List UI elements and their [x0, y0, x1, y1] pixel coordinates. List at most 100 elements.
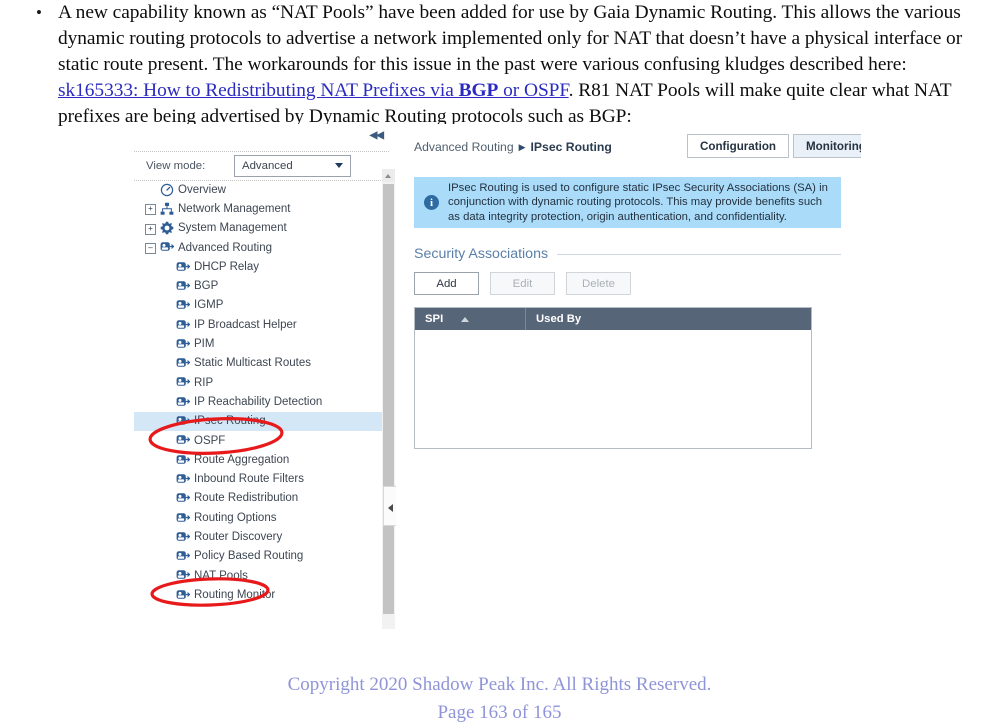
tree-item-ip-broadcast-helper[interactable]: IP Broadcast Helper [134, 315, 382, 334]
add-button[interactable]: Add [414, 272, 479, 295]
collapse-node-icon[interactable]: – [145, 243, 156, 254]
tree-item-dhcp-relay[interactable]: DHCP Relay [134, 257, 382, 276]
tree-item-label: NAT Pools [194, 570, 248, 582]
tree-item-pim[interactable]: PIM [134, 334, 382, 353]
breadcrumb-separator-icon: ▶ [519, 142, 526, 152]
tree-item-routing-options[interactable]: Routing Options [134, 508, 382, 527]
network-icon [160, 202, 174, 216]
breadcrumb: Advanced Routing ▶ IPsec Routing [414, 140, 612, 154]
tree-item-label: RIP [194, 377, 213, 389]
tree-item-label: IP Broadcast Helper [194, 319, 297, 331]
column-header-spi[interactable]: SPI [415, 308, 526, 330]
tree-item-label: IPsec Routing [194, 415, 266, 427]
view-mode-row: View mode: Advanced [134, 151, 389, 181]
tree-item-label: PIM [194, 338, 214, 350]
collapse-sidebar-icon[interactable]: ◀◀ [370, 131, 383, 141]
tree-item-inbound-route-filters[interactable]: Inbound Route Filters [134, 469, 382, 488]
tree-item-label: Network Management [178, 203, 291, 215]
tree-item-nat-pools[interactable]: NAT Pools [134, 566, 382, 585]
tree-item-route-redistribution[interactable]: Route Redistribution [134, 489, 382, 508]
router-icon [176, 260, 190, 274]
router-icon [160, 240, 174, 254]
paragraph-text-before-link: A new capability known as “NAT Pools” ha… [58, 2, 962, 75]
grid-toolbar: Add Edit Delete [414, 272, 642, 295]
delete-button: Delete [566, 272, 631, 295]
footer-page-number: Page 163 of 165 [0, 699, 999, 727]
gaia-webui-screenshot: ◀◀ View mode: Advanced Overview + Network … [134, 124, 861, 629]
router-icon [176, 491, 190, 505]
router-icon [176, 511, 190, 525]
router-icon [176, 375, 190, 389]
tree-item-label: System Management [178, 222, 287, 234]
sidebar-splitter[interactable] [383, 124, 396, 629]
tab-monitoring[interactable]: Monitoring [793, 134, 861, 158]
router-icon [176, 356, 190, 370]
tree-item-route-aggregation[interactable]: Route Aggregation [134, 450, 382, 469]
router-icon [176, 395, 190, 409]
section-title: Security Associations [414, 246, 548, 262]
router-icon [176, 588, 190, 602]
router-icon [176, 472, 190, 486]
tree-item-igmp[interactable]: IGMP [134, 296, 382, 315]
tab-bar: Configuration Monitoring [687, 134, 861, 158]
router-icon [176, 337, 190, 351]
page-footer: Copyright 2020 Shadow Peak Inc. All Righ… [0, 671, 999, 727]
tree-item-ospf[interactable]: OSPF [134, 431, 382, 450]
tree-item-label: IGMP [194, 299, 223, 311]
router-icon [176, 318, 190, 332]
table-body-empty [415, 330, 811, 447]
tree-item-label: Route Redistribution [194, 492, 298, 504]
tree-item-system-management[interactable]: + System Management [134, 219, 382, 238]
sort-ascending-icon [461, 317, 469, 322]
router-icon [176, 433, 190, 447]
tree-item-rip[interactable]: RIP [134, 373, 382, 392]
bullet-marker: • [36, 4, 42, 21]
expand-node-icon[interactable]: + [145, 204, 156, 215]
tree-item-router-discovery[interactable]: Router Discovery [134, 527, 382, 546]
info-banner-text: IPsec Routing is used to configure stati… [448, 181, 833, 225]
view-mode-select[interactable]: Advanced [234, 155, 351, 177]
chevron-down-icon [335, 163, 343, 168]
router-icon [176, 453, 190, 467]
security-associations-table: SPI Used By [414, 307, 812, 449]
view-mode-label: View mode: [146, 160, 205, 172]
tree-item-policy-based-routing[interactable]: Policy Based Routing [134, 547, 382, 566]
router-icon [176, 568, 190, 582]
tree-item-label: DHCP Relay [194, 261, 259, 273]
tree-item-ipsec-routing[interactable]: IPsec Routing [134, 412, 382, 431]
sidebar: ◀◀ View mode: Advanced Overview + Network … [134, 124, 389, 629]
tree-item-label: Overview [178, 184, 226, 196]
tree-item-advanced-routing[interactable]: –Advanced Routing [134, 238, 382, 257]
info-banner: i IPsec Routing is used to configure sta… [414, 177, 841, 228]
tree-item-label: Routing Monitor [194, 589, 275, 601]
navigation-tree: Overview + Network Management + System Manag… [134, 180, 382, 629]
tree-item-overview[interactable]: Overview [134, 180, 382, 199]
tree-item-static-multicast-routes[interactable]: Static Multicast Routes [134, 354, 382, 373]
sk165333-link[interactable]: sk165333: How to Redistributing NAT Pref… [58, 80, 569, 101]
link-bold-bgp: BGP [459, 80, 499, 101]
column-header-used-by[interactable]: Used By [526, 308, 811, 330]
gauge-icon [160, 183, 174, 197]
footer-copyright: Copyright 2020 Shadow Peak Inc. All Righ… [0, 671, 999, 699]
breadcrumb-current: IPsec Routing [531, 140, 612, 154]
tree-item-routing-monitor[interactable]: Routing Monitor [134, 585, 382, 604]
section-header: Security Associations [414, 246, 841, 262]
link-line2-pre: NAT Prefixes via [320, 80, 458, 101]
link-line2-post: or OSPF [498, 80, 568, 101]
tree-item-network-management[interactable]: + Network Management [134, 199, 382, 218]
tree-item-label: IP Reachability Detection [194, 396, 322, 408]
view-mode-value: Advanced [242, 160, 293, 172]
tree-item-bgp[interactable]: BGP [134, 276, 382, 295]
column-header-spi-label: SPI [425, 313, 443, 325]
tree-item-label: Routing Options [194, 512, 276, 524]
tab-configuration[interactable]: Configuration [687, 134, 789, 158]
router-icon [176, 298, 190, 312]
breadcrumb-parent[interactable]: Advanced Routing [414, 140, 514, 154]
info-icon: i [424, 195, 439, 210]
splitter-handle-icon[interactable] [383, 486, 397, 526]
expand-node-icon[interactable]: + [145, 224, 156, 235]
edit-button: Edit [490, 272, 555, 295]
link-line1: sk165333: How to Redistributing [58, 80, 320, 101]
tree-item-ip-reachability-detection[interactable]: IP Reachability Detection [134, 392, 382, 411]
tree-item-label: BGP [194, 280, 218, 292]
